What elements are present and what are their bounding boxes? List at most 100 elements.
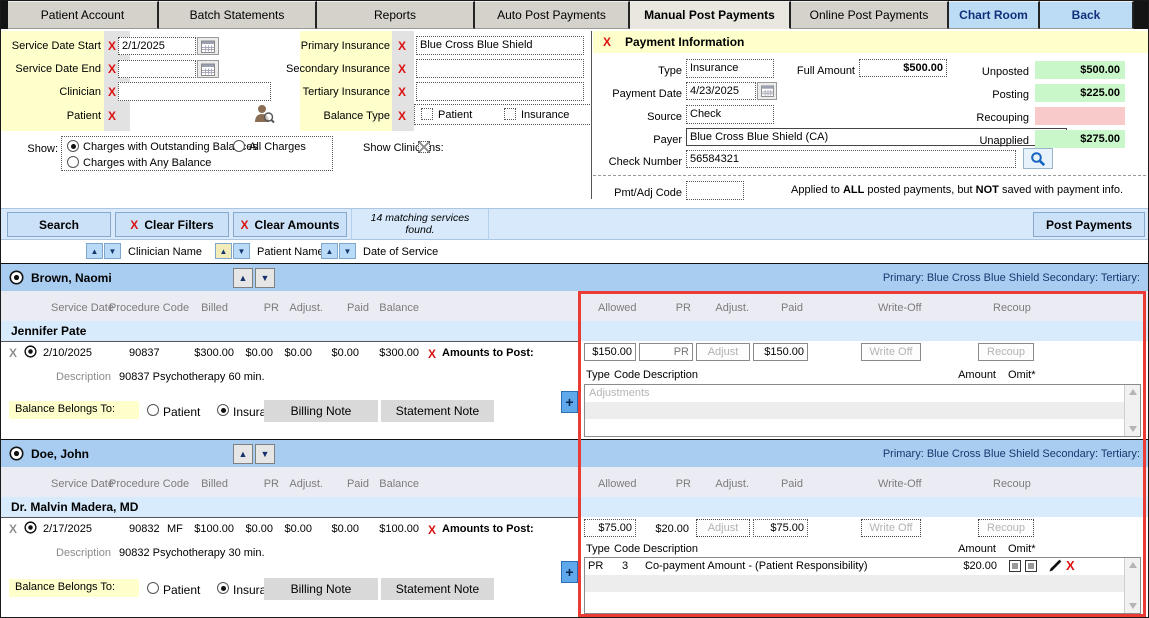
add-adjustment-button[interactable]: + bbox=[561, 561, 578, 583]
col-pr: PR bbox=[251, 478, 279, 490]
statement-note-button[interactable]: Statement Note bbox=[381, 400, 494, 422]
payment-date-input[interactable] bbox=[686, 82, 756, 100]
show-outstanding-radio[interactable] bbox=[67, 140, 79, 152]
tab-online-post-payments[interactable]: Online Post Payments bbox=[791, 1, 949, 29]
scrollbar[interactable] bbox=[1124, 385, 1140, 436]
tab-reports[interactable]: Reports bbox=[317, 1, 475, 29]
tab-batch-statements[interactable]: Batch Statements bbox=[159, 1, 317, 29]
patient-search-icon[interactable] bbox=[253, 103, 275, 127]
clear-clinician-x[interactable]: X bbox=[108, 86, 116, 98]
adjustments-list[interactable]: PR 3 Co-payment Amount - (Patient Respon… bbox=[584, 557, 1141, 614]
calendar-icon[interactable] bbox=[197, 37, 219, 55]
write-off-button[interactable]: Write Off bbox=[861, 519, 921, 537]
service-date-start-input[interactable] bbox=[118, 37, 196, 55]
eye-icon[interactable] bbox=[24, 345, 37, 361]
belongs-insurance-radio[interactable] bbox=[217, 582, 229, 594]
add-adjustment-button[interactable]: + bbox=[561, 391, 578, 413]
scroll-up-icon[interactable] bbox=[1129, 389, 1137, 395]
sort-patient-asc-button[interactable]: ▲ bbox=[215, 243, 232, 259]
clear-payment-info-x[interactable]: X bbox=[603, 36, 611, 48]
sort-patient-desc-button[interactable]: ▼ bbox=[233, 243, 250, 259]
show-clinicians-checkbox[interactable] bbox=[418, 141, 430, 153]
tertiary-insurance-dropdown[interactable] bbox=[416, 82, 584, 101]
service-date: 2/10/2025 bbox=[43, 347, 92, 359]
recoup-button[interactable]: Recoup bbox=[978, 519, 1034, 537]
paid-input[interactable] bbox=[753, 519, 808, 537]
remove-service-x[interactable]: X bbox=[9, 522, 17, 536]
clear-amounts-button[interactable]: XClear Amounts bbox=[233, 212, 347, 237]
check-search-button[interactable] bbox=[1023, 148, 1053, 169]
move-up-button[interactable]: ▲ bbox=[233, 268, 253, 288]
tab-back[interactable]: Back bbox=[1040, 1, 1134, 29]
tab-chart-room[interactable]: Chart Room bbox=[949, 1, 1040, 29]
sort-clinician-desc-button[interactable]: ▼ bbox=[104, 243, 121, 259]
check-number-input[interactable] bbox=[686, 150, 1016, 168]
billing-note-button[interactable]: Billing Note bbox=[264, 400, 378, 422]
source-dropdown[interactable]: Check bbox=[686, 105, 774, 124]
delete-adjustment-x[interactable]: X bbox=[1066, 560, 1075, 572]
calendar-icon[interactable] bbox=[757, 82, 777, 100]
clear-service-date-start-x[interactable]: X bbox=[108, 40, 116, 52]
clinician-dropdown[interactable] bbox=[118, 82, 271, 101]
clear-balance-type-x[interactable]: X bbox=[398, 110, 406, 122]
service-date-end-input[interactable] bbox=[118, 60, 196, 78]
eye-icon[interactable] bbox=[9, 270, 24, 288]
calendar-icon[interactable] bbox=[197, 60, 219, 78]
sort-date-asc-button[interactable]: ▲ bbox=[321, 243, 338, 259]
scrollbar[interactable] bbox=[1124, 558, 1140, 613]
omit-checkbox[interactable] bbox=[1009, 560, 1021, 572]
clear-tertiary-insurance-x[interactable]: X bbox=[398, 86, 406, 98]
clear-secondary-insurance-x[interactable]: X bbox=[398, 63, 406, 75]
scroll-down-icon[interactable] bbox=[1129, 603, 1137, 609]
allowed-input[interactable] bbox=[584, 519, 636, 537]
adjustment-row[interactable]: PR 3 Co-payment Amount - (Patient Respon… bbox=[585, 558, 1140, 575]
clear-patient-x[interactable]: X bbox=[108, 110, 116, 122]
move-down-button[interactable]: ▼ bbox=[255, 444, 275, 464]
col-write-off: Write-Off bbox=[878, 302, 922, 314]
belongs-insurance-radio[interactable] bbox=[217, 404, 229, 416]
col-allowed: Allowed bbox=[598, 302, 637, 314]
payment-type-dropdown[interactable]: Insurance bbox=[686, 59, 774, 78]
post-payments-button[interactable]: Post Payments bbox=[1033, 212, 1145, 237]
clear-service-date-end-x[interactable]: X bbox=[108, 63, 116, 75]
adjust-button[interactable]: Adjust bbox=[696, 343, 750, 361]
belongs-patient-radio[interactable] bbox=[147, 582, 159, 594]
sort-clinician-asc-button[interactable]: ▲ bbox=[86, 243, 103, 259]
adjustment-row-empty bbox=[585, 592, 1140, 609]
primary-insurance-dropdown[interactable]: Blue Cross Blue Shield bbox=[416, 36, 584, 55]
eye-icon[interactable] bbox=[9, 446, 24, 464]
statement-note-button[interactable]: Statement Note bbox=[381, 578, 494, 600]
clear-primary-insurance-x[interactable]: X bbox=[398, 40, 406, 52]
search-button[interactable]: Search bbox=[7, 212, 111, 237]
omit-checkbox[interactable] bbox=[1025, 560, 1037, 572]
eye-icon[interactable] bbox=[24, 521, 37, 537]
belongs-patient-radio[interactable] bbox=[147, 404, 159, 416]
allowed-input[interactable] bbox=[584, 343, 636, 361]
balance-type-insurance-checkbox[interactable] bbox=[504, 108, 516, 120]
scroll-down-icon[interactable] bbox=[1129, 426, 1137, 432]
pmt-adj-code-dropdown[interactable] bbox=[686, 181, 744, 200]
sort-date-desc-button[interactable]: ▼ bbox=[339, 243, 356, 259]
paid-input[interactable] bbox=[753, 343, 808, 361]
tab-auto-post-payments[interactable]: Auto Post Payments bbox=[475, 1, 630, 29]
scroll-up-icon[interactable] bbox=[1129, 562, 1137, 568]
secondary-insurance-dropdown[interactable] bbox=[416, 59, 584, 78]
tab-patient-account[interactable]: Patient Account bbox=[8, 1, 159, 29]
show-any-balance-radio[interactable] bbox=[67, 156, 79, 168]
balance-type-patient-checkbox[interactable] bbox=[421, 108, 433, 120]
billing-note-button[interactable]: Billing Note bbox=[264, 578, 378, 600]
move-up-button[interactable]: ▲ bbox=[233, 444, 253, 464]
adjustments-list[interactable]: Adjustments bbox=[584, 384, 1141, 437]
show-all-charges-radio[interactable] bbox=[233, 140, 245, 152]
move-down-button[interactable]: ▼ bbox=[255, 268, 275, 288]
recoup-button[interactable]: Recoup bbox=[978, 343, 1034, 361]
clear-amounts-to-post-x[interactable]: X bbox=[428, 524, 436, 536]
clear-filters-button[interactable]: XClear Filters bbox=[115, 212, 229, 237]
pr-input[interactable] bbox=[639, 343, 693, 361]
remove-service-x[interactable]: X bbox=[9, 346, 17, 360]
write-off-button[interactable]: Write Off bbox=[861, 343, 921, 361]
clear-amounts-to-post-x[interactable]: X bbox=[428, 348, 436, 360]
adjust-button[interactable]: Adjust bbox=[696, 519, 750, 537]
col-billed: Billed bbox=[181, 302, 228, 314]
tab-manual-post-payments[interactable]: Manual Post Payments bbox=[630, 1, 791, 29]
